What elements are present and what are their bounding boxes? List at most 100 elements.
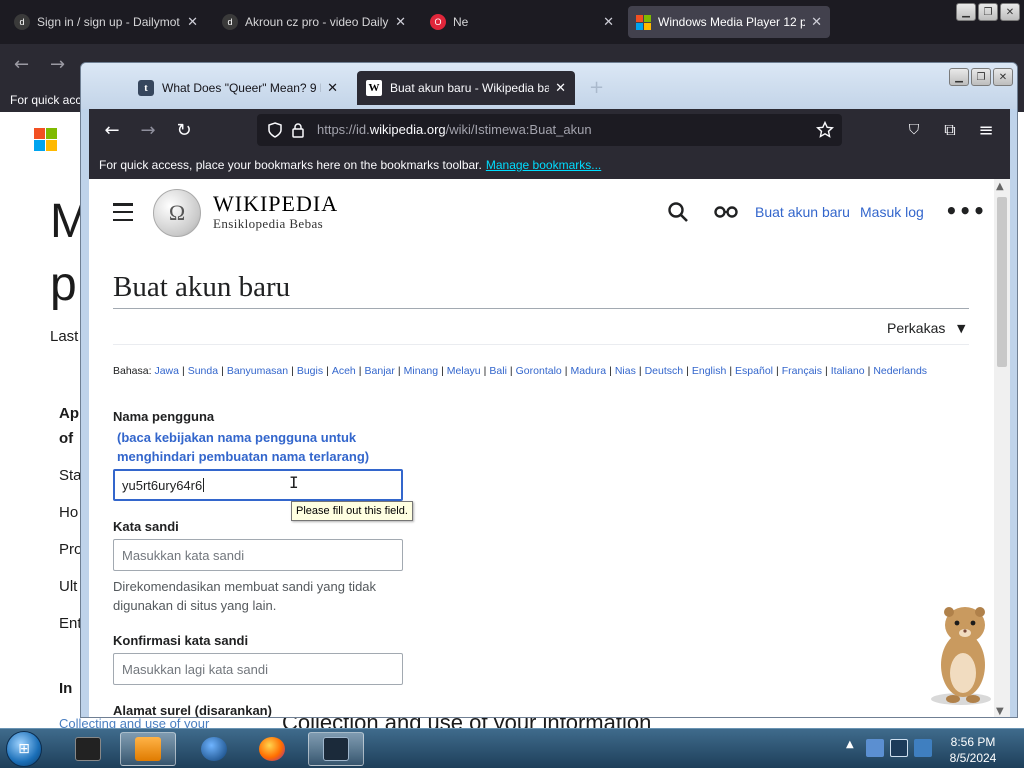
start-button[interactable]: ⊞ xyxy=(6,731,42,767)
language-link[interactable]: Nederlands xyxy=(873,365,927,377)
hamster-sticker xyxy=(931,607,991,705)
close-icon[interactable]: ✕ xyxy=(811,14,822,30)
new-tab-button[interactable]: + xyxy=(589,77,604,98)
language-link[interactable]: Minang xyxy=(404,365,438,377)
minimize-button[interactable]: ▁ xyxy=(956,3,976,21)
taskbar-app-screen[interactable] xyxy=(308,732,364,766)
bookmark-star-icon[interactable] xyxy=(816,121,834,139)
language-link[interactable]: Banyumasan xyxy=(227,365,288,377)
dailymotion-icon: d xyxy=(222,14,238,30)
language-links: Bahasa: Jawa | Sunda | Banyumasan | Bugis | Aceh… xyxy=(113,365,928,377)
language-separator: | xyxy=(609,365,612,377)
language-separator: | xyxy=(638,365,642,377)
language-link[interactable]: Aceh xyxy=(332,365,356,377)
language-link[interactable]: Français xyxy=(782,365,822,377)
password-input[interactable]: Masukkan kata sandi xyxy=(113,539,403,571)
language-link[interactable]: Melayu xyxy=(447,365,481,377)
language-link[interactable]: Jawa xyxy=(154,365,179,377)
bg-tab-opera[interactable]: O Ne ✕ xyxy=(422,6,622,38)
close-button[interactable]: ✕ xyxy=(993,68,1013,86)
tools-dropdown[interactable]: Perkakas xyxy=(887,320,945,336)
scroll-up-icon[interactable]: ▲ xyxy=(996,181,1004,192)
language-link[interactable]: English xyxy=(692,365,726,377)
wikipedia-icon: W xyxy=(366,80,382,96)
anonymous-user-icon[interactable] xyxy=(713,203,739,221)
taskbar-app-firefox[interactable] xyxy=(244,732,300,766)
login-link[interactable]: Masuk log xyxy=(860,204,924,220)
forward-icon[interactable]: → xyxy=(50,54,65,75)
language-link[interactable]: Italiano xyxy=(831,365,865,377)
language-separator: | xyxy=(686,365,689,377)
more-options-icon[interactable]: ••• xyxy=(945,199,986,223)
wikipedia-tagline: Ensiklopedia Bebas xyxy=(213,216,324,231)
create-account-link[interactable]: Buat akun baru xyxy=(755,204,850,220)
language-link[interactable]: Bali xyxy=(489,365,507,377)
close-icon[interactable]: ✕ xyxy=(187,14,198,30)
manage-bookmarks-link[interactable]: Manage bookmarks... xyxy=(486,158,601,172)
tray-app-icon[interactable] xyxy=(866,739,884,757)
wikipedia-wordmark[interactable]: WIKIPEDIA xyxy=(213,191,338,217)
scroll-thumb[interactable] xyxy=(997,197,1007,367)
maximize-button[interactable]: ❐ xyxy=(971,68,991,86)
close-icon[interactable]: ✕ xyxy=(603,14,614,30)
language-separator: | xyxy=(221,365,224,377)
wikipedia-globe-logo[interactable]: Ω xyxy=(153,189,201,237)
url-text: https://id.wikipedia.org/wiki/Istimewa:B… xyxy=(317,122,592,137)
bg-tab-dailymotion-video[interactable]: d Akroun cz pro - video Dailyn ✕ xyxy=(214,6,414,38)
taskbar-app-window[interactable] xyxy=(60,732,116,766)
language-link[interactable]: Sunda xyxy=(188,365,218,377)
language-link[interactable]: Banjar xyxy=(365,365,395,377)
back-icon[interactable]: ← xyxy=(99,117,125,143)
network-icon[interactable] xyxy=(890,739,908,757)
tray-expand-icon[interactable]: ▲ xyxy=(846,739,854,750)
extensions-icon[interactable]: ⧉ xyxy=(937,117,963,143)
language-link[interactable]: Nias xyxy=(615,365,636,377)
menu-icon[interactable]: ≡ xyxy=(973,117,999,143)
language-link[interactable]: Bugis xyxy=(297,365,323,377)
main-menu-icon[interactable] xyxy=(113,203,133,221)
taskbar-app-media-player[interactable] xyxy=(120,732,176,766)
close-icon[interactable]: ✕ xyxy=(327,80,338,96)
language-separator: | xyxy=(397,365,401,377)
language-separator: | xyxy=(181,365,185,377)
url-bar[interactable]: https://id.wikipedia.org/wiki/Istimewa:B… xyxy=(257,114,842,146)
username-input[interactable]: yu5rt6ury64r6 xyxy=(113,469,403,501)
vertical-scrollbar[interactable]: ▲ ▼ xyxy=(994,179,1010,717)
language-link[interactable]: Español xyxy=(735,365,773,377)
system-clock[interactable]: 8:56 PM 8/5/2024 xyxy=(940,734,1006,766)
username-policy-link[interactable]: baca kebijakan nama pengguna xyxy=(121,430,317,445)
page-content: Ω WIKIPEDIA Ensiklopedia Bebas Buat akun… xyxy=(89,179,1010,717)
bg-sta-text: Sta xyxy=(59,467,82,484)
close-icon[interactable]: ✕ xyxy=(395,14,406,30)
volume-icon[interactable] xyxy=(914,739,932,757)
bg-window-controls: ▁ ❐ ✕ xyxy=(956,3,1020,21)
language-link[interactable]: Deutsch xyxy=(645,365,684,377)
bg-heading-fragment-2: p xyxy=(50,258,77,311)
page-title: Buat akun baru xyxy=(113,271,291,303)
taskbar-app-globe[interactable] xyxy=(186,732,242,766)
language-separator: | xyxy=(358,365,362,377)
confirm-password-input[interactable]: Masukkan lagi kata sandi xyxy=(113,653,403,685)
reload-icon[interactable]: ↻ xyxy=(171,117,197,143)
forward-icon[interactable]: → xyxy=(135,117,161,143)
shield-icon[interactable] xyxy=(267,122,283,138)
tab-queer-article[interactable]: t What Does "Queer" Mean? 9 LG ✕ xyxy=(129,71,347,105)
username-label: Nama pengguna xyxy=(113,409,215,424)
scroll-down-icon[interactable]: ▼ xyxy=(996,706,1004,717)
lock-icon[interactable] xyxy=(291,122,305,138)
search-icon[interactable] xyxy=(667,201,689,223)
language-link[interactable]: Gorontalo xyxy=(516,365,562,377)
maximize-button[interactable]: ❐ xyxy=(978,3,998,21)
language-link[interactable]: Madura xyxy=(571,365,607,377)
bg-tab-dailymotion-signin[interactable]: d Sign in / sign up - Dailymot ✕ xyxy=(6,6,206,38)
close-icon[interactable]: ✕ xyxy=(555,80,566,96)
bookmarks-toolbar: For quick access, place your bookmarks h… xyxy=(89,151,1010,179)
chevron-down-icon[interactable]: ▼ xyxy=(957,322,965,335)
tab-wikipedia-create-account[interactable]: W Buat akun baru - Wikipedia bah ✕ xyxy=(357,71,575,105)
bg-tab-windows-media-player[interactable]: Windows Media Player 12 pr ✕ xyxy=(628,6,830,38)
close-button[interactable]: ✕ xyxy=(1000,3,1020,21)
pocket-icon[interactable]: ⛉ xyxy=(901,117,927,143)
confirm-password-label: Konfirmasi kata sandi xyxy=(113,633,249,648)
minimize-button[interactable]: ▁ xyxy=(949,68,969,86)
back-icon[interactable]: ← xyxy=(14,54,29,75)
